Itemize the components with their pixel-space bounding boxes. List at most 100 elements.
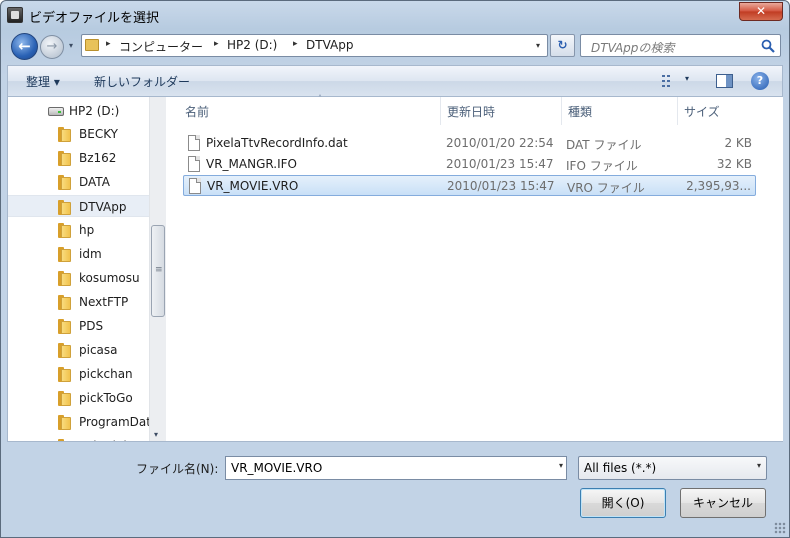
sidebar-item-label: hp [79,223,95,237]
window-title: ビデオファイルを選択 [29,11,160,26]
column-header-date[interactable]: 更新日時 [441,97,562,125]
scroll-grip-icon: ≡ [155,265,163,275]
folder-icon [58,150,72,166]
file-row[interactable]: PixelaTtvRecordInfo.dat 2010/01/20 22:54… [183,133,756,154]
breadcrumb-computer[interactable]: コンピューター [119,38,203,55]
sidebar-item-schedule[interactable]: Schedule [8,435,150,441]
folder-icon [58,174,72,190]
chevron-down-icon[interactable]: ▾ [757,461,761,470]
file-date: 2010/01/23 15:47 [447,179,555,193]
folder-icon [58,246,72,262]
column-header-size[interactable]: サイズ [678,97,758,125]
folder-icon [85,39,99,51]
forward-button[interactable]: → [40,35,64,59]
sidebar-item-bz162[interactable]: Bz162 [8,147,150,169]
sidebar-item-pickchan[interactable]: pickchan [8,363,150,385]
folder-icon [58,438,72,441]
folder-icon [58,342,72,358]
view-details-icon[interactable] [662,74,678,88]
file-type: IFO ファイル [566,159,638,173]
file-icon [188,156,200,172]
breadcrumb-separator[interactable]: ▸ [214,39,219,49]
file-open-dialog: ビデオファイルを選択 ✕ ← → ▾ ▸ コンピューター ▸ HP2 (D:) … [0,0,790,538]
folder-icon [58,366,72,382]
new-folder-button[interactable]: 新しいフォルダー [94,73,190,90]
file-date: 2010/01/23 15:47 [446,157,554,171]
file-name: VR_MANGR.IFO [206,157,297,171]
organize-menu-button[interactable]: 整理 ▾ [26,73,60,90]
sidebar-item-label: pickchan [79,367,133,381]
filename-label: ファイル名(N): [136,462,219,476]
search-icon[interactable] [761,39,775,53]
sidebar-item-idm[interactable]: idm [8,243,150,265]
sidebar-item-label: kosumosu [79,271,140,285]
search-input[interactable]: DTVAppの検索 [580,34,781,57]
folder-icon [58,318,72,334]
breadcrumb-drive[interactable]: HP2 (D:) [227,38,277,52]
file-size: 2,395,93... [686,179,751,193]
sidebar-item-nextftp[interactable]: NextFTP [8,291,150,313]
file-type-select[interactable]: All files (*.*) ▾ [578,456,767,480]
file-type: DAT ファイル [566,138,642,152]
breadcrumb-separator[interactable]: ▸ [293,39,298,49]
open-button[interactable]: 開く(O) [580,488,666,518]
recent-pages-dropdown[interactable]: ▾ [65,39,77,53]
folder-icon [58,199,72,215]
filename-value: VR_MOVIE.VRO [231,461,323,475]
sidebar-item-hp[interactable]: hp [8,219,150,241]
navigation-pane[interactable]: HP2 (D:) BECKY Bz162 DATA DTVApp hp idm kosumo… [8,97,150,441]
sidebar-item-pds[interactable]: PDS [8,315,150,337]
sidebar-item-programdat[interactable]: ProgramDat [8,411,150,433]
sidebar-item-label: BECKY [79,127,118,141]
sidebar-item-data[interactable]: DATA [8,171,150,193]
sidebar-item-picasa[interactable]: picasa [8,339,150,361]
view-dropdown-icon[interactable]: ▾ [685,74,689,83]
column-header-type[interactable]: 種類 [562,97,678,125]
sidebar-item-becky[interactable]: BECKY [8,123,150,145]
sidebar-item-kosumosu[interactable]: kosumosu [8,267,150,289]
sidebar-item-dtvapp[interactable]: DTVApp [8,195,150,217]
back-button[interactable]: ← [11,33,38,60]
resize-grip[interactable] [774,522,786,534]
sidebar-item-label: Bz162 [79,151,117,165]
sidebar-item-label: DTVApp [79,200,127,214]
preview-pane-icon[interactable] [716,74,733,88]
sidebar-item-label: Schedule [79,439,134,441]
breadcrumb-folder[interactable]: DTVApp [306,38,353,52]
refresh-button[interactable]: ↻ [550,34,575,57]
sidebar-item-label: picasa [79,343,118,357]
column-header-label: 名前 [185,105,210,119]
folder-icon [58,222,72,238]
help-icon[interactable]: ? [751,72,769,90]
sidebar-item-label: PDS [79,319,104,333]
close-button[interactable]: ✕ [739,2,783,21]
filename-input[interactable]: VR_MOVIE.VRO ▾ [225,456,567,480]
sort-ascending-icon: ˄ [318,94,322,103]
sidebar-item-picktogo[interactable]: pickToGo [8,387,150,409]
file-list[interactable]: 名前 ˄ 更新日時 種類 サイズ PixelaTtvRecordInfo.dat… [167,94,783,441]
file-name: VR_MOVIE.VRO [207,179,299,193]
address-dropdown-icon[interactable]: ▾ [531,38,545,54]
file-icon [188,135,200,151]
title-bar[interactable]: ビデオファイルを選択 ✕ [1,1,789,29]
file-row-selected[interactable]: VR_MOVIE.VRO 2010/01/23 15:47 VRO ファイル 2… [183,175,756,196]
app-icon [7,7,23,23]
folder-icon [58,414,72,430]
folder-icon [58,390,72,406]
column-header-name[interactable]: 名前 ˄ [179,94,441,125]
scroll-down-icon[interactable]: ▾ [154,430,158,439]
filename-history-dropdown-icon[interactable]: ▾ [559,461,563,470]
drive-icon [48,107,64,116]
file-size: 32 KB [716,157,752,171]
folder-icon [58,126,72,142]
file-size: 2 KB [724,136,752,150]
scroll-thumb[interactable]: ≡ [151,225,165,317]
breadcrumb-separator[interactable]: ▸ [106,39,111,49]
file-row[interactable]: VR_MANGR.IFO 2010/01/23 15:47 IFO ファイル 3… [183,154,756,175]
file-name: PixelaTtvRecordInfo.dat [206,136,348,150]
sidebar-item-label: DATA [79,175,110,189]
cancel-button[interactable]: キャンセル [680,488,766,518]
sidebar-item-drive[interactable]: HP2 (D:) [8,100,150,122]
navigation-scrollbar[interactable]: ≡ ▾ [149,97,166,441]
address-bar[interactable]: ▸ コンピューター ▸ HP2 (D:) ▸ DTVApp ▾ [81,34,548,57]
